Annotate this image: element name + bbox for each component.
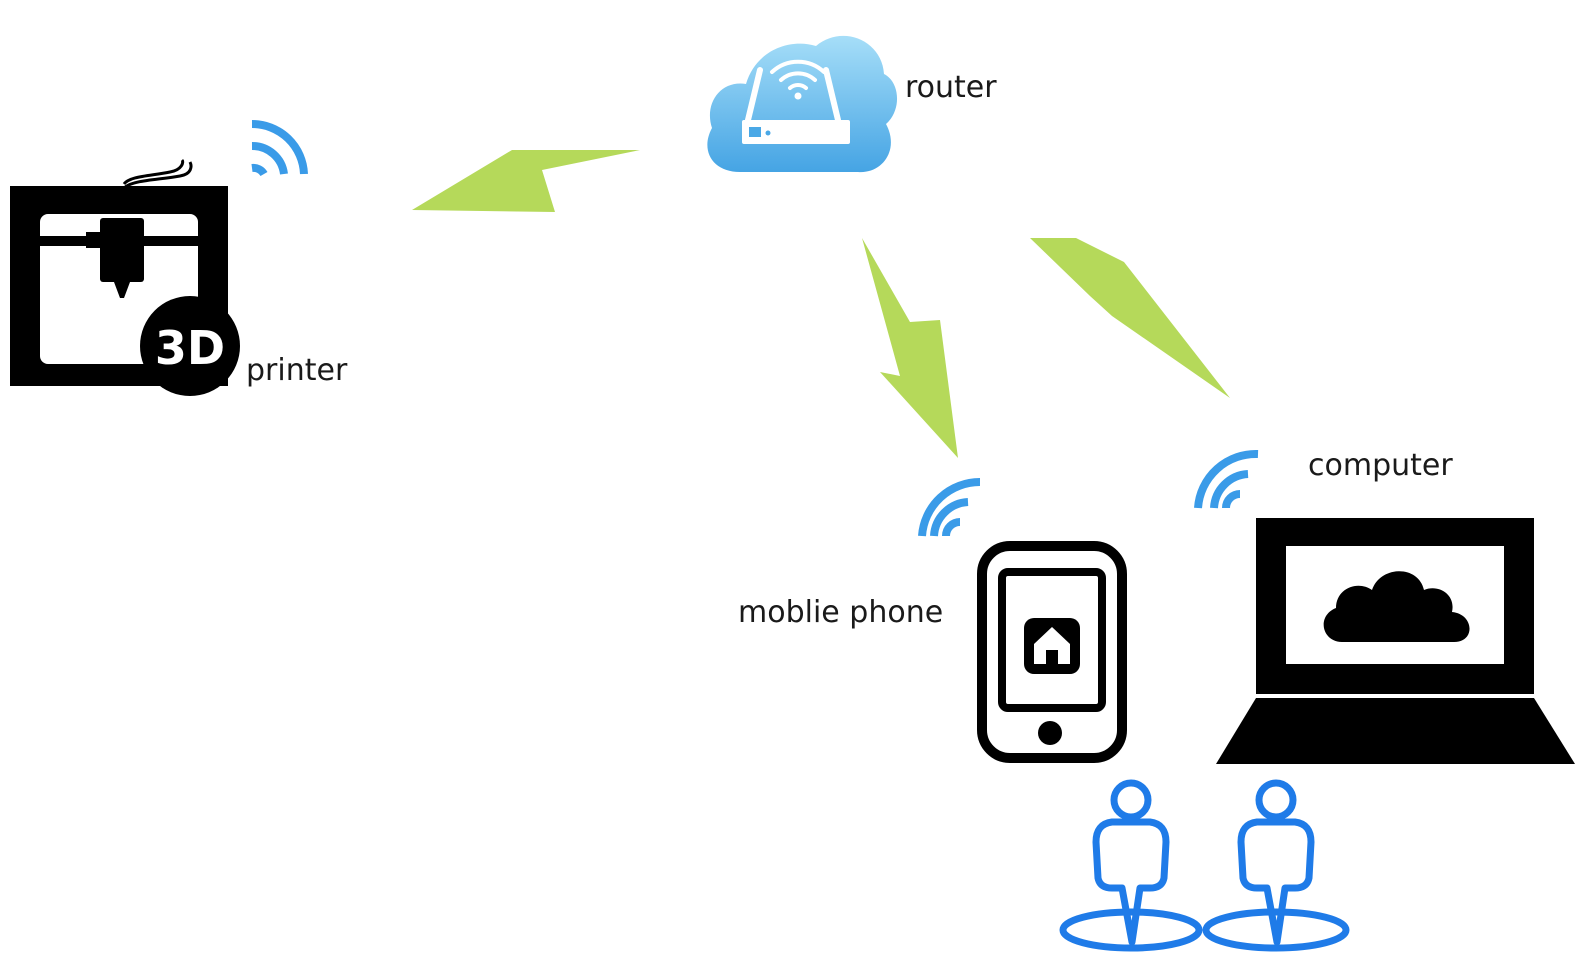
wifi-signal-icon — [918, 477, 981, 537]
printer-badge: 3D — [155, 321, 225, 375]
computer-label: computer — [1308, 448, 1453, 483]
phone-label: moblie phone — [738, 595, 944, 630]
person-icon — [1059, 779, 1203, 952]
lightning-bolt-icon — [862, 238, 958, 458]
mobile-phone-icon — [977, 541, 1127, 763]
wifi-signal-icon — [251, 120, 308, 177]
router-cloud-icon — [707, 35, 898, 173]
wifi-signal-icon — [1194, 449, 1259, 509]
lightning-bolt-icon — [412, 150, 640, 212]
lightning-bolt-icon — [1030, 238, 1230, 398]
3d-printer-icon: 3D — [10, 158, 240, 396]
laptop-icon — [1216, 518, 1575, 764]
router-label: router — [905, 70, 997, 105]
printer-label: printer — [246, 353, 348, 388]
person-icon — [1202, 779, 1350, 952]
